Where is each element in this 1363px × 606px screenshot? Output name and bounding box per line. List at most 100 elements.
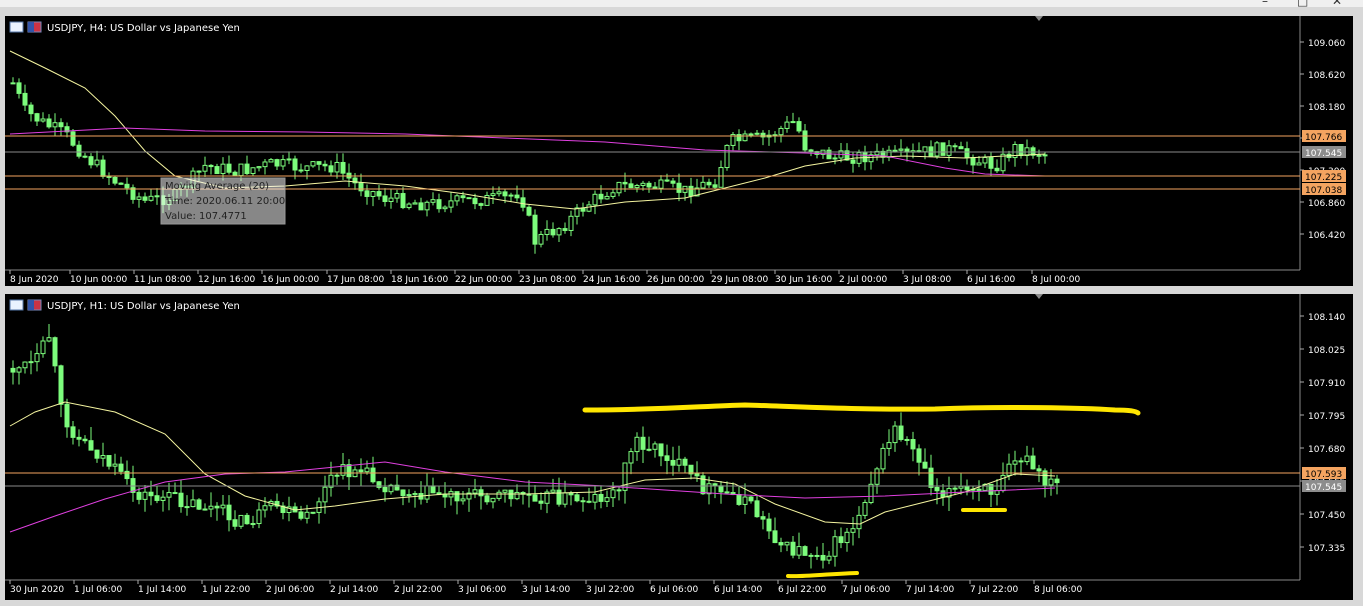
candle-body — [712, 184, 718, 188]
time-axis-label: 30 Jun 2020 — [10, 585, 64, 595]
price-axis-label: 108.140 — [1308, 313, 1345, 323]
candle-body — [1018, 143, 1024, 156]
candle-body — [424, 485, 430, 500]
candle-body — [742, 496, 748, 505]
candle-body — [106, 455, 112, 467]
price-axis-label: 107.680 — [1308, 445, 1345, 455]
candle-body — [442, 206, 448, 210]
candle-body — [94, 159, 100, 166]
candle-body — [844, 531, 850, 544]
time-axis-label: 1 Jul 22:00 — [202, 585, 251, 595]
candle-body — [226, 504, 232, 521]
chart-canvas-h4[interactable]: USDJPY, H4: US Dollar vs Japanese Yen 10… — [5, 16, 1353, 286]
candle-body — [964, 148, 970, 159]
candle-body — [280, 159, 286, 167]
candle-body — [850, 528, 856, 533]
price-tag-label: 107.038 — [1305, 186, 1342, 196]
candle-body — [586, 500, 592, 503]
price-axis-label: 109.060 — [1308, 39, 1345, 49]
candle-body — [688, 185, 694, 197]
time-axis-label: 2 Jul 06:00 — [266, 585, 315, 595]
candle-body — [922, 146, 928, 153]
candle-body — [226, 163, 232, 173]
candle-body — [760, 516, 766, 520]
candle-body — [820, 554, 826, 561]
candle-body — [964, 485, 970, 491]
candle-body — [886, 442, 892, 449]
candle-body — [34, 353, 40, 363]
candle-body — [904, 438, 910, 441]
chart-canvas-h1[interactable]: USDJPY, H1: US Dollar vs Japanese Yen 10… — [5, 294, 1353, 600]
candle-body — [700, 181, 706, 189]
candle-body — [1006, 463, 1012, 476]
time-axis-label: 29 Jun 08:00 — [711, 275, 768, 285]
candle-body — [748, 496, 754, 502]
candle-body — [562, 228, 568, 231]
candle-body — [928, 146, 934, 157]
candle-body — [574, 494, 580, 502]
time-axis-label: 8 Jul 00:00 — [1032, 275, 1081, 285]
candle-body — [754, 132, 760, 135]
candle-body — [94, 449, 100, 459]
candle-body — [892, 425, 898, 444]
candle-body — [742, 133, 748, 142]
candle-body — [244, 514, 250, 525]
price-axis-label: 108.025 — [1308, 346, 1345, 356]
candle-body — [274, 159, 280, 167]
candle-body — [826, 149, 832, 160]
chart-window-h4[interactable]: USDJPY, H4: US Dollar vs Japanese Yen 10… — [5, 16, 1353, 286]
minimize-icon[interactable]: – — [1262, 0, 1268, 8]
moving-average-20 — [9, 401, 1056, 525]
candle-body — [208, 505, 214, 510]
candle-body — [256, 166, 262, 169]
chart-shift-marker-icon[interactable] — [1035, 16, 1043, 21]
candle-body — [166, 492, 172, 498]
chart-shift-marker-icon[interactable] — [1035, 294, 1043, 299]
candle-body — [112, 463, 118, 467]
close-icon[interactable]: ✕ — [1332, 0, 1342, 8]
time-axis-label: 8 Jun 2020 — [10, 275, 59, 285]
candle-body — [1012, 460, 1018, 465]
candle-body — [16, 82, 22, 94]
candle-body — [292, 158, 298, 171]
candle-body — [88, 440, 94, 451]
candle-body — [364, 467, 370, 473]
candle-body — [478, 203, 484, 206]
candle-body — [958, 485, 964, 489]
ma-tooltip: Moving Average (20) Time: 2020.06.11 20:… — [160, 177, 286, 225]
candle-body — [952, 487, 958, 490]
candle-body — [910, 439, 916, 450]
price-tag-label: 107.225 — [1305, 173, 1342, 183]
candle-body — [448, 200, 454, 208]
time-axis-label: 7 Jul 22:00 — [970, 585, 1019, 595]
candle-body — [994, 490, 1000, 495]
candle-body — [472, 197, 478, 205]
candle-body — [988, 156, 994, 169]
candle-body — [376, 481, 382, 488]
time-axis-label: 1 Jul 06:00 — [74, 585, 123, 595]
candle-body — [70, 426, 76, 438]
candle-body — [652, 186, 658, 189]
candle-body — [706, 181, 712, 186]
candle-body — [634, 184, 640, 189]
candle-body — [70, 131, 76, 146]
candle-body — [922, 461, 928, 469]
maximize-icon[interactable]: □ — [1297, 0, 1308, 8]
chart-window-h1[interactable]: USDJPY, H1: US Dollar vs Japanese Yen 10… — [5, 294, 1353, 600]
time-axis-label: 2 Jul 14:00 — [330, 585, 379, 595]
candle-body — [250, 523, 256, 526]
candle-body — [556, 228, 562, 236]
candle-body — [310, 161, 316, 167]
candle-body — [868, 483, 874, 504]
candle-body — [202, 164, 208, 172]
candle-body — [670, 459, 676, 466]
candle-body — [736, 134, 742, 142]
candle-body — [778, 127, 784, 136]
candle-body — [334, 474, 340, 477]
price-axis-label: 107.795 — [1308, 412, 1345, 422]
candle-body — [334, 161, 340, 173]
price-tag-label: 107.545 — [1305, 149, 1342, 159]
candle-body — [676, 182, 682, 193]
candle-body — [172, 492, 178, 495]
candle-body — [322, 163, 328, 167]
